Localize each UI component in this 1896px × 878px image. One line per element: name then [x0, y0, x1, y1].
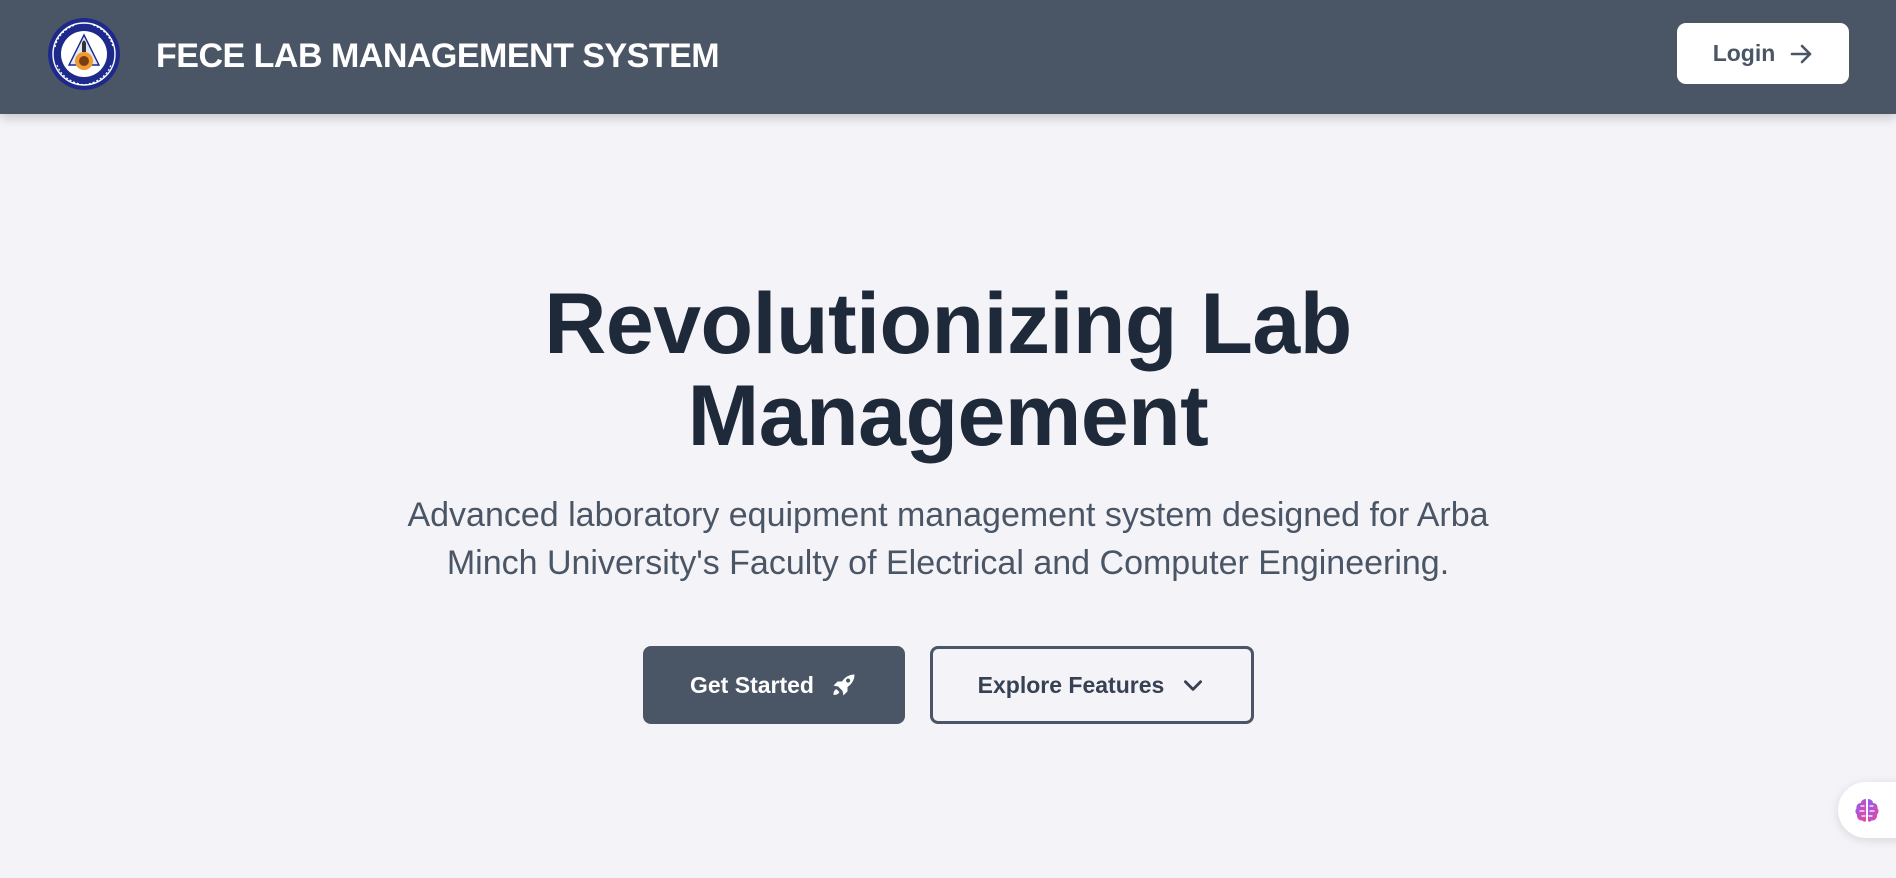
hero-title-line-2: Management [687, 368, 1209, 464]
hero-subtitle: Advanced laboratory equipment management… [348, 491, 1548, 587]
rocket-icon [833, 674, 855, 696]
brain-icon [1855, 799, 1879, 822]
explore-features-label: Explore Features [977, 671, 1165, 698]
hero-subtitle-line-2: Minch University's Faculty of Electrical… [446, 544, 1450, 582]
hero-subtitle-line-1: Advanced laboratory equipment management… [407, 496, 1489, 534]
app-title: FECE LAB MANAGEMENT SYSTEM [156, 37, 720, 75]
login-label: Login [1712, 40, 1776, 66]
get-started-button[interactable]: Get Started [643, 646, 905, 724]
hero-title: Revolutionizing Lab Management [348, 278, 1548, 462]
get-started-label: Get Started [690, 671, 814, 698]
hero-title-line-1: Revolutionizing Lab [544, 276, 1352, 372]
login-button[interactable]: Login [1677, 23, 1849, 84]
arrow-right-icon [1790, 44, 1812, 63]
university-seal-icon[interactable] [47, 17, 121, 91]
explore-features-button[interactable]: Explore Features [930, 646, 1254, 724]
ai-assistant-button[interactable] [1838, 782, 1896, 838]
cta-buttons: Get Started Explore Features [0, 646, 1896, 724]
top-navbar: FECE LAB MANAGEMENT SYSTEM Login [0, 0, 1896, 114]
chevron-down-icon [1184, 680, 1203, 691]
